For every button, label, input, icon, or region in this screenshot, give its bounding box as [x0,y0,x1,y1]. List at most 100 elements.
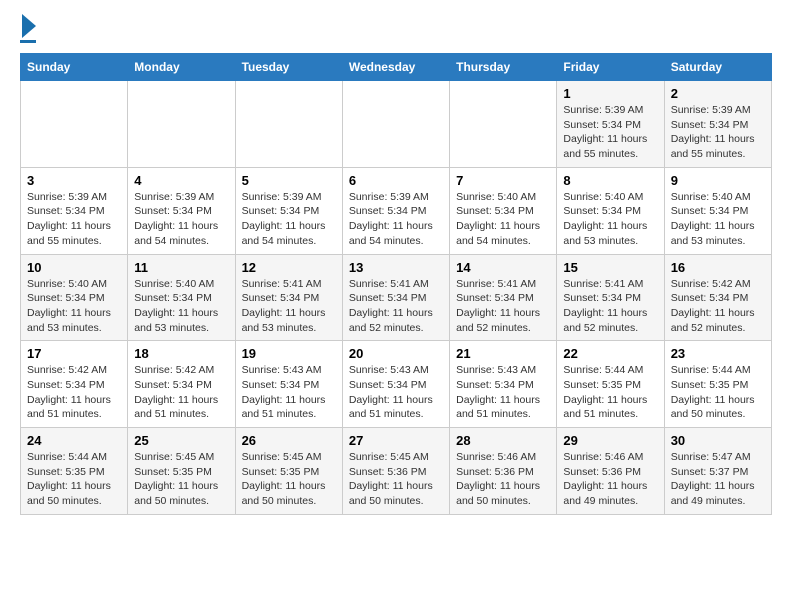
day-detail: Sunrise: 5:41 AM Sunset: 5:34 PM Dayligh… [242,277,336,336]
day-detail: Sunrise: 5:45 AM Sunset: 5:35 PM Dayligh… [242,450,336,509]
calendar-cell [450,81,557,168]
header [20,16,772,43]
calendar-cell [128,81,235,168]
day-number: 25 [134,433,228,448]
calendar-cell: 23 Sunrise: 5:44 AM Sunset: 5:35 PM Dayli… [664,341,771,428]
day-detail: Sunrise: 5:44 AM Sunset: 5:35 PM Dayligh… [27,450,121,509]
day-detail: Sunrise: 5:47 AM Sunset: 5:37 PM Dayligh… [671,450,765,509]
calendar-cell: 7 Sunrise: 5:40 AM Sunset: 5:34 PM Daylig… [450,167,557,254]
calendar-cell: 3Sunrise: 5:39 AM Sunset: 5:34 PM Daylig… [21,167,128,254]
calendar-week-row: 3 Sunrise: 5:39 AM Sunset: 5:34 PM Daylig… [21,167,772,254]
calendar-cell: 6 Sunrise: 5:39 AM Sunset: 5:34 PM Daylig… [342,167,449,254]
day-number: 30 [671,433,765,448]
logo-arrow-icon [22,14,36,38]
calendar-cell: 16 Sunrise: 5:42 AM Sunset: 5:34 PM Dayli… [664,254,771,341]
day-number: 16 [671,260,765,275]
calendar-cell: 29Sunrise: 5:46 AM Sunset: 5:36 PM Dayli… [557,428,664,515]
day-detail: Sunrise: 5:42 AM Sunset: 5:34 PM Dayligh… [671,277,765,336]
calendar-cell: 18 Sunrise: 5:42 AM Sunset: 5:34 PM Dayli… [128,341,235,428]
day-detail: Sunrise: 5:41 AM Sunset: 5:34 PM Dayligh… [456,277,550,336]
calendar-header: SundayMondayTuesdayWednesdayThursdayFrid… [21,54,772,81]
day-detail: Sunrise: 5:41 AM Sunset: 5:34 PM Dayligh… [563,277,657,336]
logo-text [20,16,36,38]
weekday-header-friday: Friday [557,54,664,81]
day-number: 29 [563,433,657,448]
calendar-week-row: 24 Sunrise: 5:44 AM Sunset: 5:35 PM Dayli… [21,428,772,515]
calendar-cell [342,81,449,168]
day-detail: Sunrise: 5:43 AM Sunset: 5:34 PM Dayligh… [349,363,443,422]
day-detail: Sunrise: 5:46 AM Sunset: 5:36 PM Dayligh… [456,450,550,509]
calendar-cell: 13 Sunrise: 5:41 AM Sunset: 5:34 PM Dayli… [342,254,449,341]
day-number: 22 [563,346,657,361]
weekday-header-sunday: Sunday [21,54,128,81]
calendar-cell: 26Sunrise: 5:45 AM Sunset: 5:35 PM Dayli… [235,428,342,515]
day-number: 1 [563,86,657,101]
calendar-cell: 28 Sunrise: 5:46 AM Sunset: 5:36 PM Dayli… [450,428,557,515]
weekday-header-row: SundayMondayTuesdayWednesdayThursdayFrid… [21,54,772,81]
day-number: 2 [671,86,765,101]
day-number: 21 [456,346,550,361]
calendar-cell: 30 Sunrise: 5:47 AM Sunset: 5:37 PM Dayli… [664,428,771,515]
day-number: 7 [456,173,550,188]
day-number: 20 [349,346,443,361]
day-number: 24 [27,433,121,448]
day-number: 13 [349,260,443,275]
day-detail: Sunrise: 5:40 AM Sunset: 5:34 PM Dayligh… [27,277,121,336]
day-detail: Sunrise: 5:45 AM Sunset: 5:36 PM Dayligh… [349,450,443,509]
day-detail: Sunrise: 5:40 AM Sunset: 5:34 PM Dayligh… [456,190,550,249]
calendar-week-row: 10 Sunrise: 5:40 AM Sunset: 5:34 PM Dayli… [21,254,772,341]
calendar-week-row: 17Sunrise: 5:42 AM Sunset: 5:34 PM Dayli… [21,341,772,428]
day-detail: Sunrise: 5:41 AM Sunset: 5:34 PM Dayligh… [349,277,443,336]
day-number: 3 [27,173,121,188]
weekday-header-thursday: Thursday [450,54,557,81]
day-number: 15 [563,260,657,275]
day-number: 10 [27,260,121,275]
day-detail: Sunrise: 5:39 AM Sunset: 5:34 PM Dayligh… [671,103,765,162]
page: SundayMondayTuesdayWednesdayThursdayFrid… [0,0,792,535]
logo [20,16,36,43]
calendar-cell: 5 Sunrise: 5:39 AM Sunset: 5:34 PM Daylig… [235,167,342,254]
calendar-cell: 2 Sunrise: 5:39 AM Sunset: 5:34 PM Daylig… [664,81,771,168]
calendar-cell: 1 Sunrise: 5:39 AM Sunset: 5:34 PM Daylig… [557,81,664,168]
calendar-cell: 8Sunrise: 5:40 AM Sunset: 5:34 PM Daylig… [557,167,664,254]
day-number: 9 [671,173,765,188]
calendar-cell: 4 Sunrise: 5:39 AM Sunset: 5:34 PM Daylig… [128,167,235,254]
weekday-header-saturday: Saturday [664,54,771,81]
calendar-cell: 9Sunrise: 5:40 AM Sunset: 5:34 PM Daylig… [664,167,771,254]
logo-underline [20,40,36,43]
day-detail: Sunrise: 5:39 AM Sunset: 5:34 PM Dayligh… [349,190,443,249]
calendar-table: SundayMondayTuesdayWednesdayThursdayFrid… [20,53,772,515]
day-number: 12 [242,260,336,275]
day-number: 8 [563,173,657,188]
day-number: 6 [349,173,443,188]
day-detail: Sunrise: 5:44 AM Sunset: 5:35 PM Dayligh… [563,363,657,422]
day-detail: Sunrise: 5:42 AM Sunset: 5:34 PM Dayligh… [27,363,121,422]
calendar-cell [235,81,342,168]
day-detail: Sunrise: 5:40 AM Sunset: 5:34 PM Dayligh… [134,277,228,336]
calendar-cell: 15 Sunrise: 5:41 AM Sunset: 5:34 PM Dayli… [557,254,664,341]
weekday-header-wednesday: Wednesday [342,54,449,81]
calendar-cell: 14Sunrise: 5:41 AM Sunset: 5:34 PM Dayli… [450,254,557,341]
day-detail: Sunrise: 5:39 AM Sunset: 5:34 PM Dayligh… [242,190,336,249]
day-detail: Sunrise: 5:39 AM Sunset: 5:34 PM Dayligh… [563,103,657,162]
day-detail: Sunrise: 5:44 AM Sunset: 5:35 PM Dayligh… [671,363,765,422]
day-number: 5 [242,173,336,188]
calendar-cell: 24 Sunrise: 5:44 AM Sunset: 5:35 PM Dayli… [21,428,128,515]
calendar-cell: 10 Sunrise: 5:40 AM Sunset: 5:34 PM Dayli… [21,254,128,341]
day-number: 28 [456,433,550,448]
calendar-cell: 27Sunrise: 5:45 AM Sunset: 5:36 PM Dayli… [342,428,449,515]
weekday-header-monday: Monday [128,54,235,81]
day-number: 4 [134,173,228,188]
calendar-cell: 11Sunrise: 5:40 AM Sunset: 5:34 PM Dayli… [128,254,235,341]
calendar-cell [21,81,128,168]
calendar-cell: 21 Sunrise: 5:43 AM Sunset: 5:34 PM Dayli… [450,341,557,428]
day-detail: Sunrise: 5:43 AM Sunset: 5:34 PM Dayligh… [456,363,550,422]
day-number: 18 [134,346,228,361]
weekday-header-tuesday: Tuesday [235,54,342,81]
calendar-cell: 17Sunrise: 5:42 AM Sunset: 5:34 PM Dayli… [21,341,128,428]
day-number: 23 [671,346,765,361]
day-detail: Sunrise: 5:39 AM Sunset: 5:34 PM Dayligh… [134,190,228,249]
calendar-cell: 25Sunrise: 5:45 AM Sunset: 5:35 PM Dayli… [128,428,235,515]
day-detail: Sunrise: 5:42 AM Sunset: 5:34 PM Dayligh… [134,363,228,422]
calendar-cell: 12 Sunrise: 5:41 AM Sunset: 5:34 PM Dayli… [235,254,342,341]
